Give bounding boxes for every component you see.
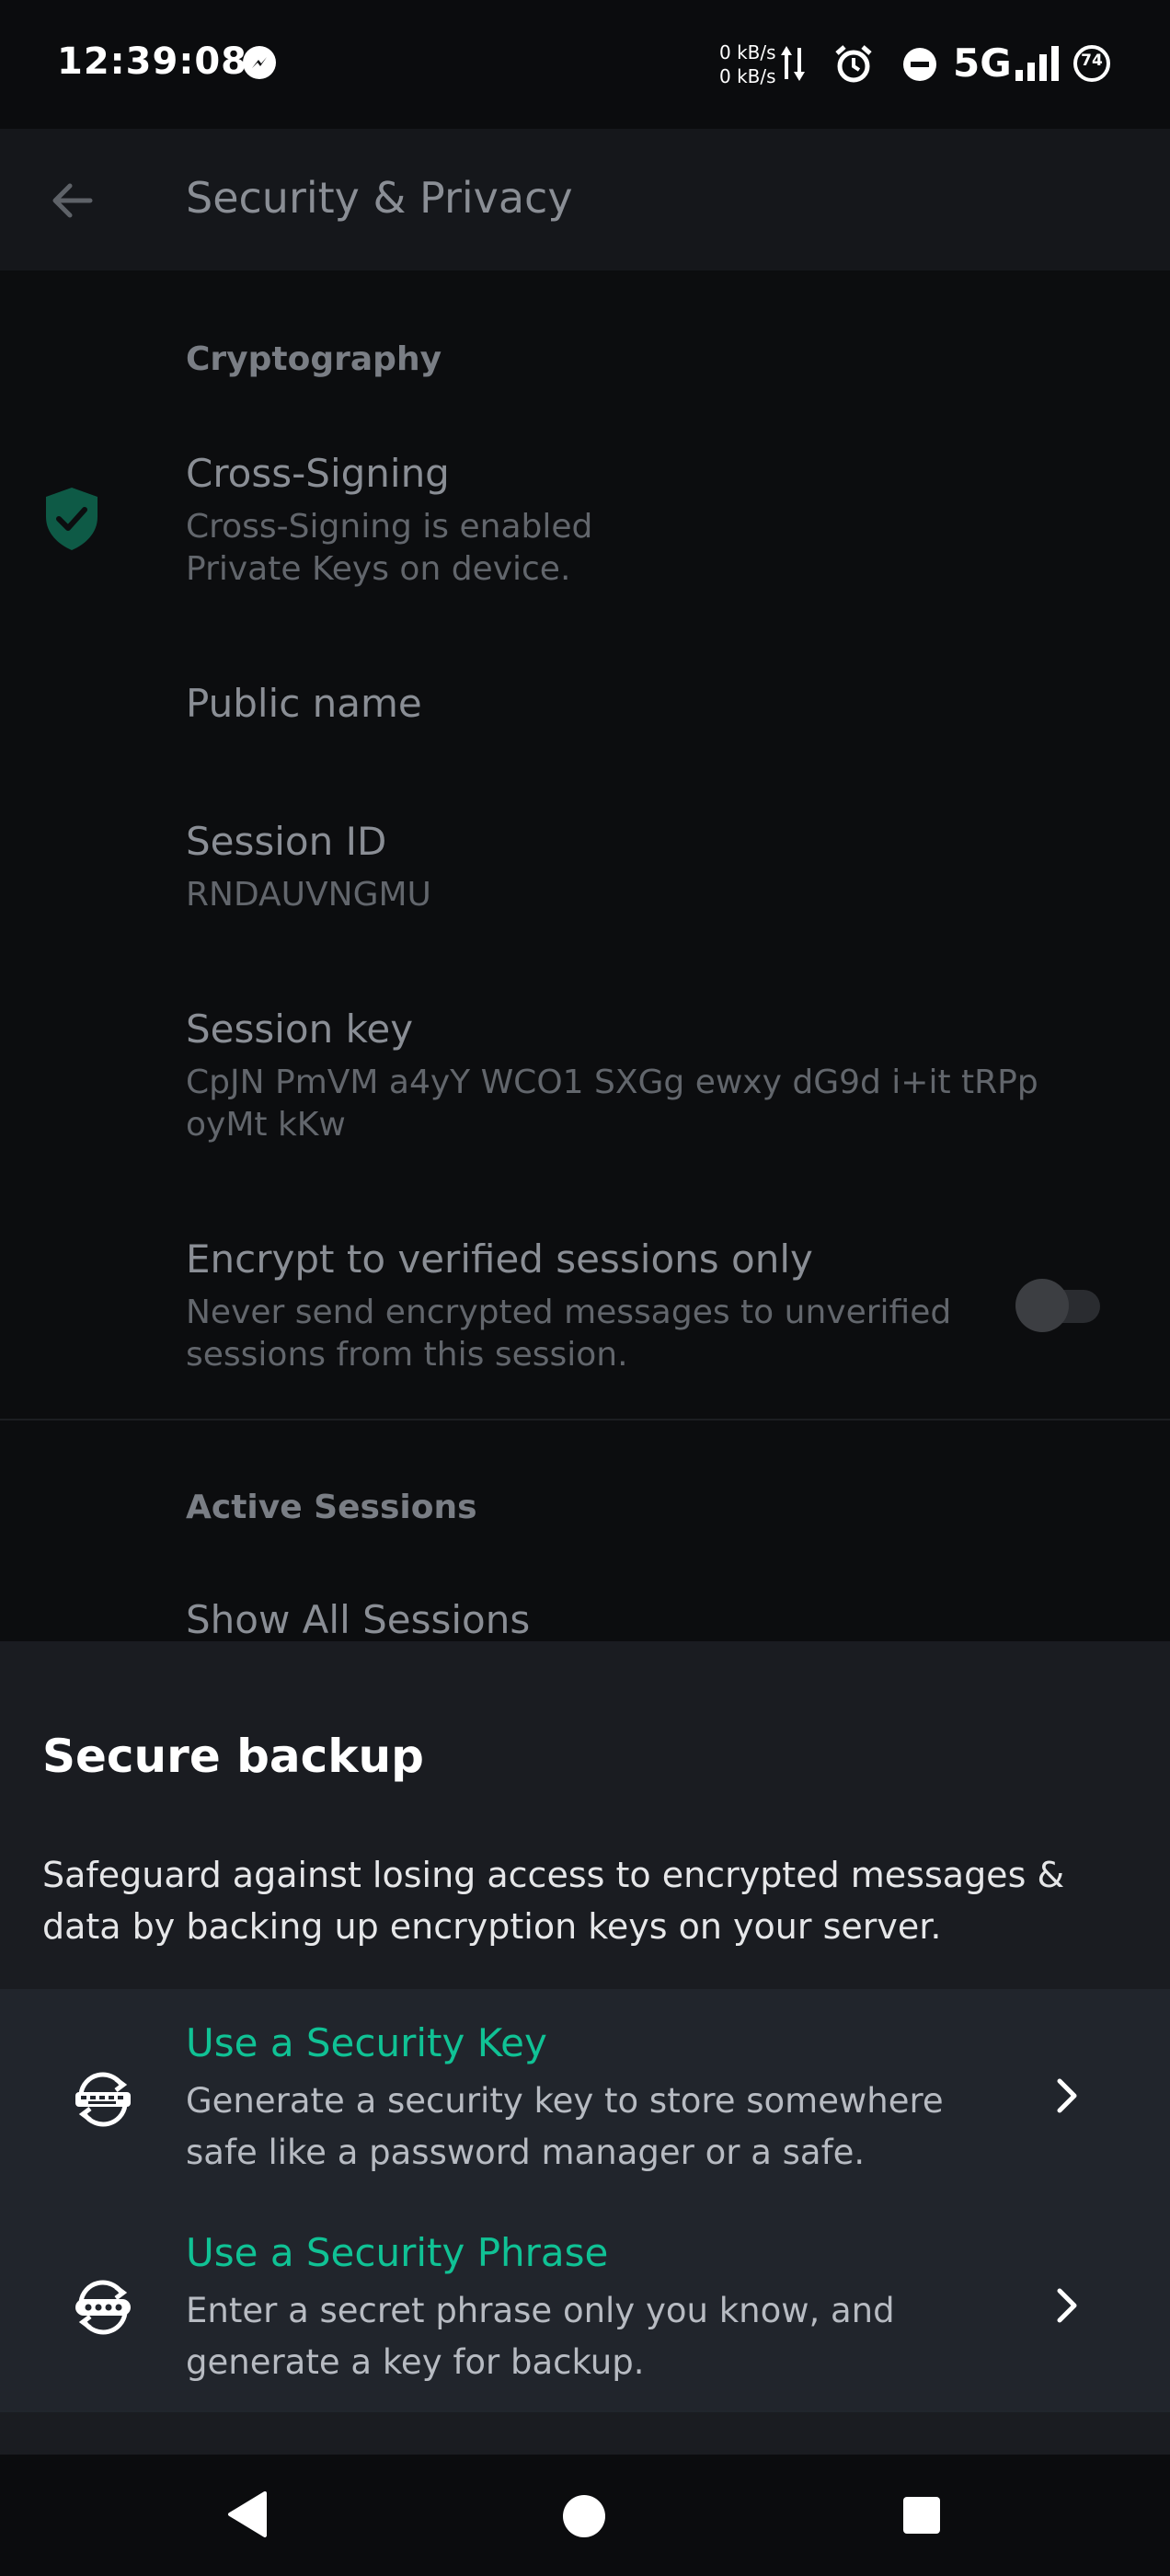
- public-name-title[interactable]: Public name: [186, 681, 422, 726]
- cross-signing-status: Cross-Signing is enabled: [186, 508, 593, 546]
- section-header-active-sessions: Active Sessions: [186, 1489, 477, 1526]
- sheet-title: Secure backup: [42, 1730, 424, 1783]
- shield-check-icon: [46, 488, 98, 550]
- section-header-cryptography: Cryptography: [186, 340, 442, 378]
- app-bar: [0, 129, 1170, 270]
- session-key-value: CpJN PmVM a4yY WCO1 SXGg ewxy dG9d i+it …: [186, 1064, 1038, 1144]
- option-security-key-subtitle: Generate a security key to store somewhe…: [186, 2081, 944, 2172]
- back-triangle-icon[interactable]: [224, 2490, 269, 2539]
- recents-square-icon[interactable]: [901, 2495, 942, 2536]
- network-speed: 0 kB/s 0 kB/s: [719, 40, 776, 88]
- arrow-left-icon[interactable]: [46, 175, 98, 226]
- key-sync-icon: [75, 2072, 131, 2127]
- chevron-right-icon: [1057, 2078, 1077, 2113]
- upload-speed: 0 kB/s: [719, 41, 776, 63]
- dnd-icon: [903, 48, 936, 81]
- cross-signing-title[interactable]: Cross-Signing: [186, 451, 450, 496]
- session-id-title[interactable]: Session ID: [186, 819, 386, 864]
- sheet-description: Safeguard against losing access to encry…: [42, 1855, 1065, 1947]
- option-security-key-title: Use a Security Key: [186, 2020, 547, 2065]
- data-arrows-icon: [781, 46, 805, 81]
- alarm-icon: [835, 45, 872, 83]
- chevron-right-icon: [1057, 2288, 1077, 2323]
- cross-signing-keys: Private Keys on device.: [186, 550, 571, 588]
- divider: [0, 1419, 1170, 1420]
- show-all-sessions[interactable]: Show All Sessions: [186, 1597, 530, 1641]
- encrypt-verified-subtitle: Never send encrypted messages to unverif…: [186, 1294, 952, 1374]
- session-id-value: RNDAUVNGMU: [186, 876, 431, 914]
- encrypt-verified-title[interactable]: Encrypt to verified sessions only: [186, 1236, 813, 1282]
- messenger-icon: [243, 46, 276, 79]
- page-title: Security & Privacy: [186, 173, 573, 223]
- phrase-sync-icon: [75, 2280, 131, 2335]
- download-speed: 0 kB/s: [719, 65, 776, 87]
- network-type: 5G: [953, 40, 1012, 86]
- settings-list: [0, 270, 1170, 1641]
- option-security-phrase-title: Use a Security Phrase: [186, 2230, 609, 2275]
- toggle-thumb: [1015, 1279, 1069, 1332]
- battery-level: 74: [1081, 52, 1103, 70]
- home-circle-icon[interactable]: [561, 2493, 607, 2539]
- signal-icon: [1015, 46, 1059, 81]
- status-time: 12:39:08: [57, 40, 247, 83]
- option-security-phrase-subtitle: Enter a secret phrase only you know, and…: [186, 2291, 895, 2382]
- session-key-title[interactable]: Session key: [186, 1006, 413, 1052]
